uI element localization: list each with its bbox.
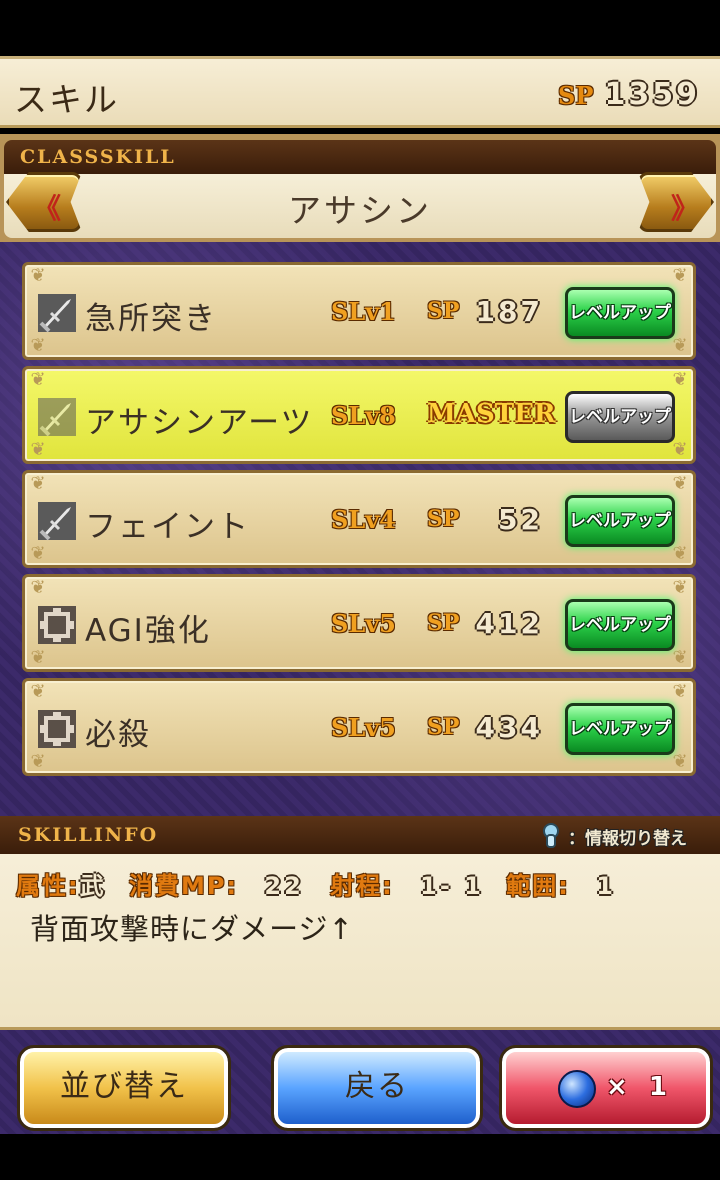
sp-cost: 52 xyxy=(498,503,543,536)
ornament-icon: ❦ xyxy=(672,369,688,390)
level-up-button[interactable]: レベルアップ xyxy=(565,599,675,651)
mp-cost-value: 22 xyxy=(264,872,304,900)
class-skill-header: CLASSSKILL xyxy=(4,140,716,174)
ornament-icon: ❦ xyxy=(672,647,688,668)
skill-row[interactable]: ❦ ❦ ❦ ❦ アサシンアーツ SLv8 MASTER レベルアップ xyxy=(22,366,696,464)
info-toggle-label[interactable]: ：情報切り替え xyxy=(568,824,687,849)
ornament-icon: ❦ xyxy=(672,335,688,356)
ornament-icon: ❦ xyxy=(672,543,688,564)
skill-row[interactable]: ❦ ❦ ❦ ❦ フェイント SLv4 SP 52 レベルアップ xyxy=(22,470,696,568)
skill-level: SLv8 xyxy=(331,401,396,430)
range-value: 1- 1 xyxy=(420,872,484,900)
skill-description: 背面攻撃時にダメージ↑ xyxy=(30,912,354,946)
mp-cost-label: 消費MP: xyxy=(128,872,239,900)
gem-button[interactable]: × 1 xyxy=(499,1045,713,1131)
ornament-icon: ❦ xyxy=(672,473,688,494)
skill-level: SLv5 xyxy=(331,609,396,638)
skill-name: アサシンアーツ xyxy=(85,405,314,441)
skill-name: 必殺 xyxy=(85,717,151,753)
top-bar: スキル SP 1359 xyxy=(0,56,720,128)
skill-level: SLv1 xyxy=(331,297,396,326)
sp-cost-label: SP xyxy=(427,610,460,636)
skill-info-label: SKILLINFO xyxy=(18,824,159,846)
sort-button[interactable]: 並び替え xyxy=(17,1045,231,1131)
sword-skill-icon xyxy=(38,294,76,333)
skill-stats: 属性:武 消費MP: 22 射程: 1- 1 範囲: 1 xyxy=(16,866,616,901)
area-label: 範囲: xyxy=(506,872,570,900)
page-title: スキル xyxy=(14,80,119,119)
area-value: 1 xyxy=(596,872,616,900)
sp-total: 1359 xyxy=(604,77,700,112)
class-skill-panel: CLASSSKILL アサシン xyxy=(0,134,720,242)
attribute-label: 属性: xyxy=(16,872,80,900)
level-up-button[interactable]: レベルアップ xyxy=(565,703,675,755)
ornament-icon: ❦ xyxy=(30,439,46,460)
skill-info-body: 属性:武 消費MP: 22 射程: 1- 1 範囲: 1 背面攻撃時にダメージ↑ xyxy=(0,854,720,1030)
ornament-icon: ❦ xyxy=(30,265,46,286)
back-button[interactable]: 戻る xyxy=(271,1045,483,1131)
skill-level: SLv5 xyxy=(331,713,396,742)
ornament-icon: ❦ xyxy=(30,681,46,702)
passive-skill-icon xyxy=(38,710,76,748)
ornament-icon: ❦ xyxy=(30,473,46,494)
ornament-icon: ❦ xyxy=(30,647,46,668)
skill-name: AGI強化 xyxy=(85,613,211,649)
skill-level: SLv4 xyxy=(331,505,396,534)
sword-skill-icon xyxy=(38,398,76,437)
ornament-icon: ❦ xyxy=(30,543,46,564)
sp-cost-label: SP xyxy=(427,714,460,740)
class-name: アサシン xyxy=(288,191,432,230)
ornament-icon: ❦ xyxy=(672,439,688,460)
right-arrow-icon: 》 xyxy=(671,192,700,225)
skill-name: フェイント xyxy=(85,509,250,545)
skill-name: 急所突き xyxy=(85,301,217,337)
ornament-icon: ❦ xyxy=(30,369,46,390)
skill-row[interactable]: ❦ ❦ ❦ ❦ AGI強化 SLv5 SP 412 レベルアップ xyxy=(22,574,696,672)
ornament-icon: ❦ xyxy=(672,681,688,702)
skill-info-header: SKILLINFO ：情報切り替え xyxy=(0,816,720,854)
ornament-icon: ❦ xyxy=(672,577,688,598)
passive-skill-icon xyxy=(38,606,76,644)
ornament-icon: ❦ xyxy=(30,335,46,356)
left-arrow-icon: 《 xyxy=(33,192,62,225)
gem-icon xyxy=(558,1070,596,1108)
sp-cost: 434 xyxy=(475,711,543,744)
ornament-icon: ❦ xyxy=(672,265,688,286)
sp-label: SP xyxy=(558,81,594,110)
range-label: 射程: xyxy=(330,872,394,900)
skill-row[interactable]: ❦ ❦ ❦ ❦ 急所突き SLv1 SP 187 レベルアップ xyxy=(22,262,696,360)
gem-count: × 1 xyxy=(606,1072,673,1102)
level-up-button-disabled: レベルアップ xyxy=(565,391,675,443)
attribute-value: 武 xyxy=(79,872,107,900)
sp-cost-label: SP xyxy=(427,506,460,532)
class-skill-label: CLASSSKILL xyxy=(20,146,176,168)
ornament-icon: ❦ xyxy=(30,751,46,772)
ornament-icon: ❦ xyxy=(30,577,46,598)
level-up-button[interactable]: レベルアップ xyxy=(565,495,675,547)
class-selector: アサシン xyxy=(4,174,716,238)
sp-cost: 412 xyxy=(475,607,543,640)
sp-cost: 187 xyxy=(475,295,543,328)
level-up-button[interactable]: レベルアップ xyxy=(565,287,675,339)
skill-row[interactable]: ❦ ❦ ❦ ❦ 必殺 SLv5 SP 434 レベルアップ xyxy=(22,678,696,776)
sp-cost-label: SP xyxy=(427,298,460,324)
sword-skill-icon xyxy=(38,502,76,541)
tap-finger-icon[interactable] xyxy=(538,822,564,850)
ornament-icon: ❦ xyxy=(672,751,688,772)
master-badge: MASTER xyxy=(427,399,556,429)
